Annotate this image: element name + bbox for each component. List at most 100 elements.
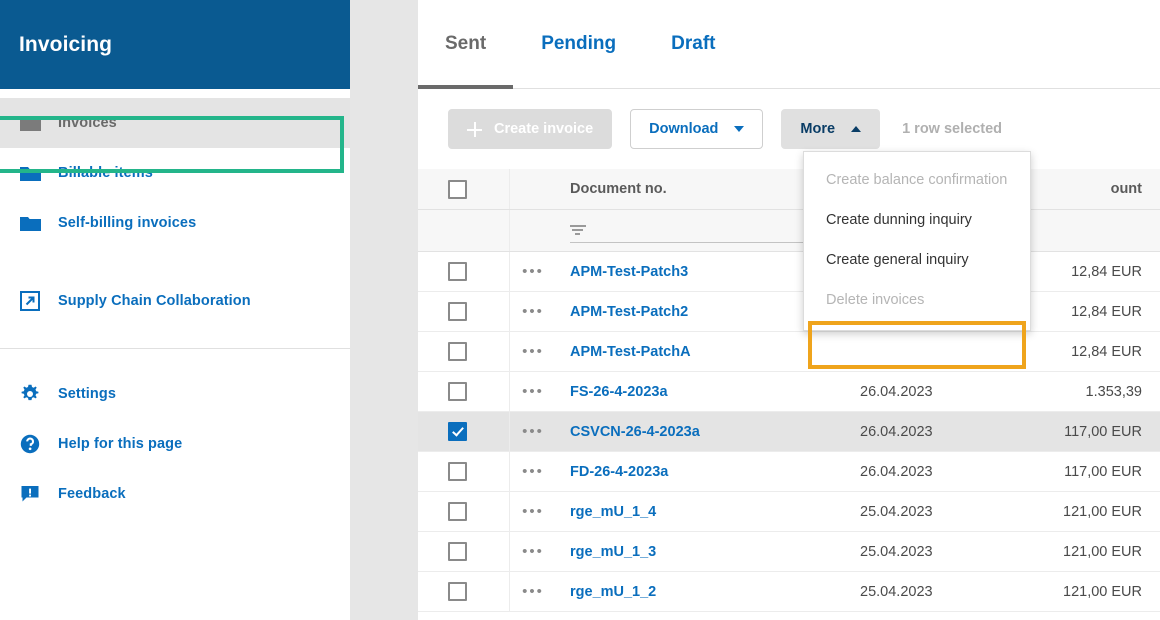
row-checkbox[interactable]: [448, 382, 467, 401]
row-actions-cell: •••: [510, 372, 556, 411]
row-checkbox[interactable]: [448, 262, 467, 281]
table-row[interactable]: ••• rge_mU_1_4 25.04.2023 121,00 EUR: [418, 492, 1160, 532]
cell-amount: 1.353,39: [1085, 383, 1142, 400]
row-more-actions-icon[interactable]: •••: [522, 424, 544, 439]
main-panel: Sent Pending Draft Create invoice Downlo…: [417, 0, 1160, 620]
table-row[interactable]: ••• rge_mU_1_2 25.04.2023 121,00 EUR: [418, 572, 1160, 612]
menu-item-create-dunning-inquiry[interactable]: Create dunning inquiry: [804, 200, 1030, 240]
menu-item-create-balance-confirmation[interactable]: Create balance confirmation: [804, 160, 1030, 200]
row-checkbox[interactable]: [448, 422, 467, 441]
download-label: Download: [649, 121, 719, 137]
sidebar-item-settings[interactable]: Settings: [0, 369, 350, 419]
row-select-cell: [418, 572, 510, 611]
cell-document-no[interactable]: APM-Test-PatchA: [556, 344, 860, 360]
table-row[interactable]: ••• FS-26-4-2023a 26.04.2023 1.353,39: [418, 372, 1160, 412]
cell-amount: 117,00 EUR: [1064, 463, 1142, 480]
folder-icon: [20, 165, 48, 182]
filter-actions-cell: [510, 210, 556, 251]
cell-document-no[interactable]: rge_mU_1_3: [556, 544, 860, 560]
sidebar-item-self-billing-invoices[interactable]: Self-billing invoices: [0, 198, 350, 248]
sidebar-item-help[interactable]: Help for this page: [0, 419, 350, 469]
cell-document-no[interactable]: FD-26-4-2023a: [556, 464, 860, 480]
row-actions-cell: •••: [510, 492, 556, 531]
speech-bubble-icon: [20, 484, 48, 504]
table-row[interactable]: ••• rge_mU_1_3 25.04.2023 121,00 EUR: [418, 532, 1160, 572]
row-actions-cell: •••: [510, 252, 556, 291]
sidebar-group-links: Supply Chain Collaboration: [0, 248, 350, 326]
cell-amount: 121,00 EUR: [1063, 543, 1142, 560]
create-invoice-button[interactable]: Create invoice: [448, 109, 613, 149]
selection-status: 1 row selected: [902, 121, 1003, 137]
tab-pending[interactable]: Pending: [541, 0, 616, 89]
menu-item-delete-invoices[interactable]: Delete invoices: [804, 280, 1030, 320]
table-header-row: Document no. ount: [418, 169, 1160, 210]
row-checkbox[interactable]: [448, 542, 467, 561]
row-checkbox[interactable]: [448, 302, 467, 321]
cell-document-no[interactable]: FS-26-4-2023a: [556, 384, 860, 400]
cell-date: 26.04.2023: [860, 423, 933, 440]
cell-date: 26.04.2023: [860, 383, 933, 400]
row-more-actions-icon[interactable]: •••: [522, 464, 544, 479]
sidebar-group-utility: Settings Help for this page Feedback: [0, 348, 350, 519]
download-button[interactable]: Download: [630, 109, 764, 149]
sidebar-header: Invoicing: [0, 0, 350, 89]
cell-document-no[interactable]: CSVCN-26-4-2023a: [556, 424, 860, 440]
gear-icon: [20, 384, 48, 404]
tab-draft[interactable]: Draft: [671, 0, 715, 89]
cell-document-no[interactable]: rge_mU_1_4: [556, 504, 860, 520]
menu-item-create-general-inquiry[interactable]: Create general inquiry: [804, 240, 1030, 280]
column-header-amount[interactable]: ount: [1010, 181, 1160, 197]
cell-document-no[interactable]: rge_mU_1_2: [556, 584, 860, 600]
table-row[interactable]: ••• APM-Test-Patch3 12,84 EUR: [418, 252, 1160, 292]
row-more-actions-icon[interactable]: •••: [522, 384, 544, 399]
toolbar: Create invoice Download More 1 row selec…: [418, 89, 1160, 169]
row-select-cell: [418, 252, 510, 291]
row-actions-cell: •••: [510, 332, 556, 371]
row-more-actions-icon[interactable]: •••: [522, 544, 544, 559]
row-more-actions-icon[interactable]: •••: [522, 304, 544, 319]
row-more-actions-icon[interactable]: •••: [522, 504, 544, 519]
row-more-actions-icon[interactable]: •••: [522, 264, 544, 279]
sidebar: Invoicing Invoices Billable items Self-b…: [0, 0, 350, 620]
sidebar-item-label: Invoices: [58, 115, 117, 131]
sidebar-item-feedback[interactable]: Feedback: [0, 469, 350, 519]
filter-underline: [570, 242, 824, 243]
table-row[interactable]: ••• CSVCN-26-4-2023a 26.04.2023 117,00 EUR: [418, 412, 1160, 452]
plus-icon: [467, 121, 482, 137]
row-select-cell: [418, 452, 510, 491]
sidebar-item-label: Feedback: [58, 486, 126, 502]
row-actions-cell: •••: [510, 452, 556, 491]
more-dropdown-menu: Create balance confirmation Create dunni…: [803, 151, 1031, 331]
create-invoice-label: Create invoice: [494, 121, 594, 137]
sidebar-group-primary: Invoices Billable items Self-billing inv…: [0, 89, 350, 248]
row-more-actions-icon[interactable]: •••: [522, 584, 544, 599]
table-filter-row: [418, 210, 1160, 252]
sidebar-item-supply-chain-collaboration[interactable]: Supply Chain Collaboration: [0, 276, 350, 326]
sidebar-item-label: Billable items: [58, 165, 153, 181]
cell-amount: 121,00 EUR: [1063, 503, 1142, 520]
sidebar-item-billable-items[interactable]: Billable items: [0, 148, 350, 198]
row-select-cell: [418, 372, 510, 411]
sidebar-item-invoices[interactable]: Invoices: [0, 98, 350, 148]
row-checkbox[interactable]: [448, 342, 467, 361]
row-checkbox[interactable]: [448, 502, 467, 521]
filter-check-cell: [418, 210, 510, 251]
tab-sent[interactable]: Sent: [417, 0, 514, 89]
row-actions-cell: •••: [510, 572, 556, 611]
external-link-icon: [20, 291, 48, 311]
row-select-cell: [418, 492, 510, 531]
more-button[interactable]: More: [781, 109, 881, 149]
table-row[interactable]: ••• APM-Test-Patch2 12,84 EUR: [418, 292, 1160, 332]
table-row[interactable]: ••• FD-26-4-2023a 26.04.2023 117,00 EUR: [418, 452, 1160, 492]
table-row[interactable]: ••• APM-Test-PatchA 12,84 EUR: [418, 332, 1160, 372]
app-title: Invoicing: [19, 32, 113, 56]
row-checkbox[interactable]: [448, 582, 467, 601]
invoices-table: Document no. ount ••• APM-Test-Patch3 12,8…: [418, 169, 1160, 612]
cell-date: 25.04.2023: [860, 583, 933, 600]
select-all-checkbox[interactable]: [448, 179, 467, 199]
row-select-cell: [418, 292, 510, 331]
question-circle-icon: [20, 434, 48, 454]
row-checkbox[interactable]: [448, 462, 467, 481]
row-select-cell: [418, 332, 510, 371]
row-more-actions-icon[interactable]: •••: [522, 344, 544, 359]
